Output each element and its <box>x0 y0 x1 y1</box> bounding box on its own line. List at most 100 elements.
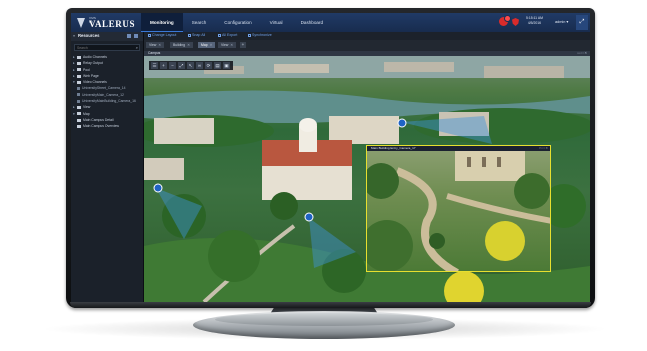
tab-search[interactable]: Search <box>183 13 216 32</box>
add-icon[interactable] <box>127 34 131 38</box>
pip-tree-yellow <box>485 221 525 261</box>
tree-item-label: View <box>83 105 91 110</box>
map-icon <box>77 118 81 122</box>
sync-icon <box>248 33 251 37</box>
image-icon[interactable]: ▣ <box>223 62 230 69</box>
list-icon[interactable]: ☰ <box>151 62 158 69</box>
add-tab-button[interactable]: + <box>240 42 246 48</box>
folder-icon <box>77 68 81 72</box>
pip-window <box>497 157 501 167</box>
alarm-badge <box>504 15 511 22</box>
panel-tab-label: Building <box>173 43 186 47</box>
folder-icon <box>77 80 81 84</box>
change-layout-label: Change Layout <box>152 33 177 37</box>
zoom-in-icon[interactable]: + <box>160 62 167 69</box>
alarm-bell-icon[interactable] <box>499 15 511 26</box>
tab-monitoring[interactable]: Monitoring <box>141 13 183 32</box>
resource-search: ⌕ <box>74 44 140 51</box>
sidebar-header: « Resources <box>71 32 143 41</box>
tree-item-label: Web Page <box>83 73 99 78</box>
tab-dashboard[interactable]: Dashboard <box>292 13 332 32</box>
search-icon[interactable]: ⌕ <box>136 45 138 50</box>
distant-building <box>484 66 564 78</box>
change-layout-button[interactable]: Change Layout <box>148 33 176 37</box>
tv-stand-base-top <box>215 313 433 326</box>
sidebar-title: Resources <box>78 33 100 38</box>
dome <box>299 118 317 132</box>
campus-building <box>154 118 214 144</box>
pip-tree <box>367 220 413 271</box>
campus-building <box>144 158 184 180</box>
folder-icon <box>77 112 81 116</box>
search-input[interactable] <box>77 45 129 50</box>
security-shield-icon[interactable] <box>512 18 519 26</box>
main-area: Change Layout Snap All All Export Synchr… <box>144 32 590 302</box>
panel-tab-building[interactable]: Building ✕ <box>170 42 193 48</box>
fit-icon[interactable]: ⤢ <box>178 62 185 69</box>
tv-bezel-chin <box>70 302 591 308</box>
tree-item-label: Video Channels <box>83 80 107 85</box>
clock: 5:15:11 AM 4/5/2016 <box>526 16 543 26</box>
user-menu[interactable]: admin ▾ <box>555 19 568 24</box>
folder-icon <box>77 74 81 78</box>
tree <box>270 192 298 220</box>
main-nav: Monitoring Search Configuration Virtual … <box>141 13 332 32</box>
picture-in-picture-camera[interactable]: Main Building Entry_Camera_17 ▭ □ ✕ <box>366 145 551 272</box>
pip-shrub <box>429 233 445 249</box>
tree-item-label: Main Campus Detail <box>83 117 114 122</box>
tab-configuration[interactable]: Configuration <box>215 13 260 32</box>
zoom-out-icon[interactable]: − <box>169 62 176 69</box>
panel-tab-map[interactable]: Map ✕ <box>198 42 216 48</box>
tree-item-label: Relay Output <box>83 61 103 66</box>
camera-icon <box>77 93 80 97</box>
all-export-button[interactable]: All Export <box>218 33 237 37</box>
logo-text: VALERUS <box>89 19 136 29</box>
tree-item-map-overview[interactable]: Main Campus Overview <box>73 123 143 129</box>
camera-marker-icon[interactable] <box>304 212 314 222</box>
camera-marker-icon[interactable] <box>397 118 407 128</box>
camera-marker-icon[interactable] <box>153 183 163 193</box>
export-icon <box>218 33 221 37</box>
campus-building <box>329 116 399 144</box>
pip-window <box>482 157 486 167</box>
tree-item-label: Pool <box>83 67 90 72</box>
pip-window <box>467 157 471 167</box>
tab-virtual[interactable]: Virtual <box>261 13 292 32</box>
camera-icon <box>77 99 80 103</box>
tree-item-label: UniversityStreet_Camera_14 <box>82 86 126 91</box>
snap-all-button[interactable]: Snap All <box>188 33 205 37</box>
tree-item-label: UniversityMain_Camera_12 <box>82 92 124 97</box>
tree <box>208 230 260 282</box>
top-bar: VMS BY VALERUS Monitoring Search Configu… <box>71 13 590 32</box>
pip-tree <box>514 173 550 209</box>
pip-tree <box>367 163 399 199</box>
close-icon[interactable]: ✕ <box>158 43 161 47</box>
close-icon[interactable]: ✕ <box>230 43 233 47</box>
logo-mark-icon <box>77 18 85 28</box>
collapse-icon[interactable]: « <box>73 33 75 38</box>
layout-toolbar: Change Layout Snap All All Export Synchr… <box>144 32 590 40</box>
panel-tab-view-2[interactable]: View ✕ <box>218 42 237 48</box>
tree-item-label: Map <box>83 111 90 116</box>
close-icon[interactable]: ✕ <box>210 43 213 47</box>
snap-all-label: Snap All <box>192 33 206 37</box>
close-icon[interactable]: ✕ <box>187 43 190 47</box>
tree-item-label: UniversityMainBuilding_Camera_16 <box>82 99 136 104</box>
layers-icon[interactable]: ▤ <box>214 62 221 69</box>
pointer-icon[interactable]: ↖ <box>187 62 194 69</box>
link-icon[interactable]: ∞ <box>196 62 203 69</box>
rotate-icon[interactable]: ⟳ <box>205 62 212 69</box>
synchronize-button[interactable]: Synchronize <box>248 33 272 37</box>
fullscreen-button[interactable]: ⤢ <box>576 15 588 30</box>
settings-icon[interactable] <box>134 34 138 38</box>
resources-sidebar: « Resources ⌕ ▸Audio Channels ▸Relay Out… <box>71 32 144 302</box>
tree-item-label: Audio Channels <box>83 55 107 59</box>
camera-icon <box>77 87 80 91</box>
pip-building <box>455 151 525 181</box>
campus-video-feed[interactable]: ☰ + − ⤢ ↖ ∞ ⟳ ▤ ▣ Main Building Entry_Ca… <box>144 56 590 302</box>
snapshot-icon <box>188 33 191 37</box>
panel-tab-view[interactable]: View ✕ <box>146 42 165 48</box>
folder-icon <box>77 61 81 65</box>
panel-tab-label: View <box>149 43 157 47</box>
folder-icon <box>77 105 81 109</box>
